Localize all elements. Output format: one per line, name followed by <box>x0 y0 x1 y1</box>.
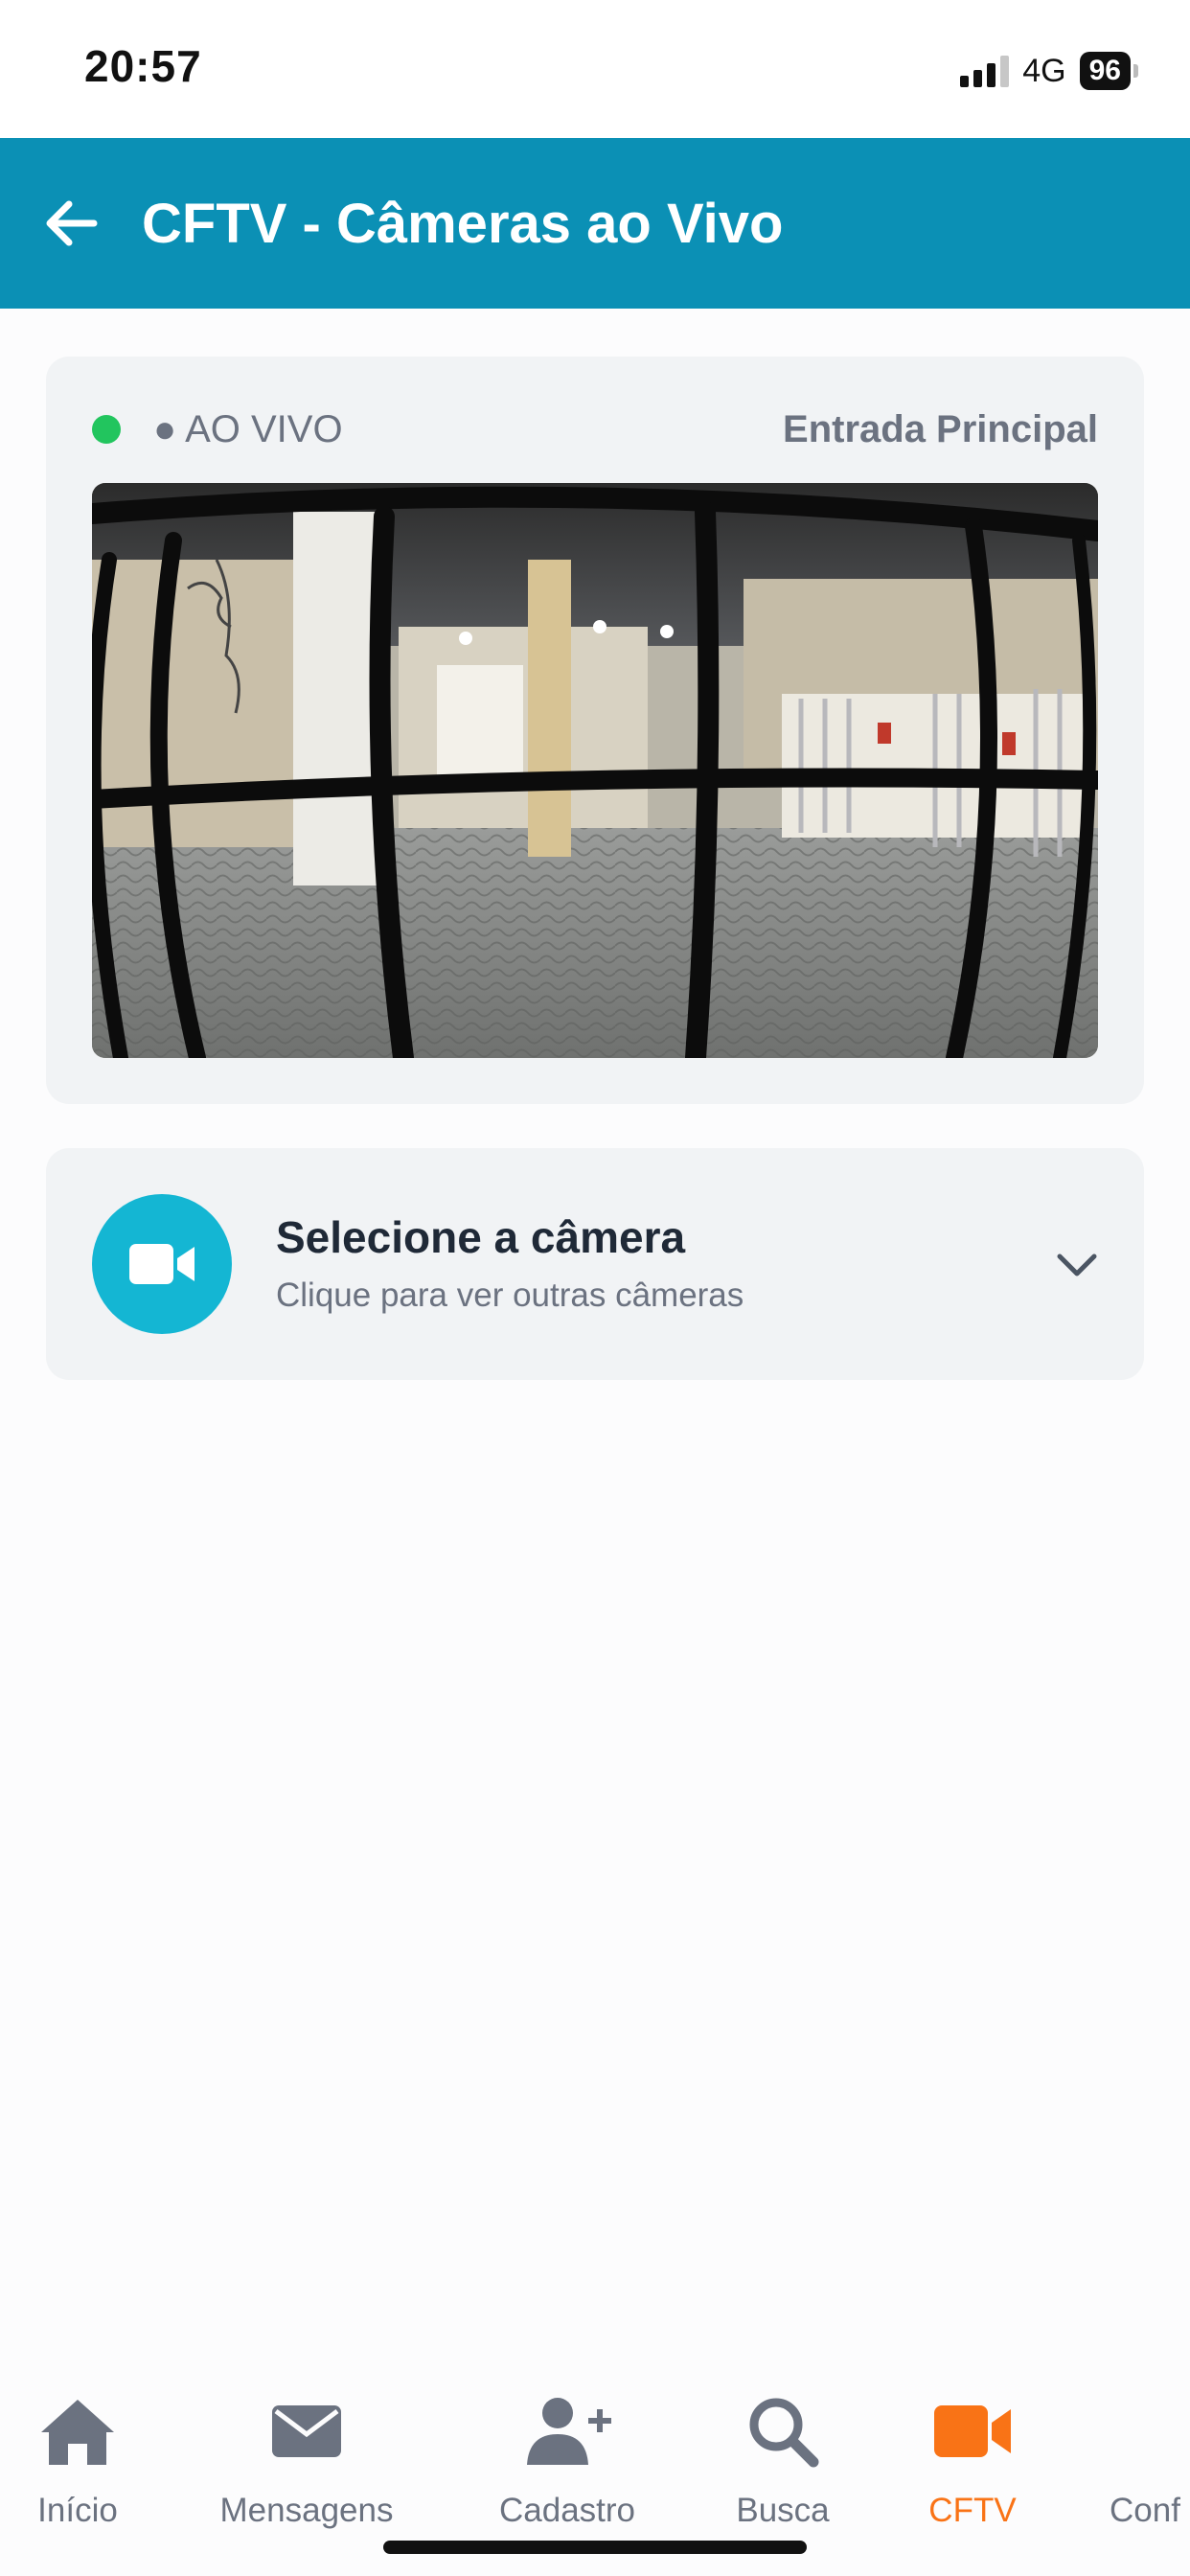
video-camera-icon <box>92 1194 232 1334</box>
camera-name: Entrada Principal <box>783 407 1098 450</box>
app-header: CFTV - Câmeras ao Vivo <box>0 138 1190 309</box>
nav-item-busca[interactable]: Busca <box>730 2392 835 2530</box>
nav-label-conf: Conf <box>1110 2492 1180 2529</box>
nav-item-inicio[interactable]: Início <box>33 2392 123 2530</box>
live-label: ● AO VIVO <box>153 407 343 450</box>
home-indicator <box>383 2541 807 2554</box>
battery-icon: 96 <box>1079 52 1138 90</box>
nav-label-busca: Busca <box>736 2492 830 2529</box>
search-icon <box>746 2392 819 2471</box>
page-title: CFTV - Câmeras ao Vivo <box>142 192 784 255</box>
nav-item-conf[interactable]: Conf <box>1110 2392 1190 2530</box>
nav-item-mensagens[interactable]: Mensagens <box>211 2392 402 2530</box>
arrow-left-icon <box>46 200 98 246</box>
camera-video-feed[interactable] <box>92 483 1098 1058</box>
network-type: 4G <box>1022 52 1066 89</box>
status-indicators: 4G 96 <box>960 50 1138 92</box>
user-plus-icon <box>523 2392 611 2471</box>
status-time: 20:57 <box>84 41 202 91</box>
nav-label-mensagens: Mensagens <box>219 2492 394 2529</box>
live-row: ● AO VIVO Entrada Principal <box>92 402 1098 456</box>
nav-item-cftv[interactable]: CFTV <box>920 2392 1025 2530</box>
selector-subtitle: Clique para ver outras câmeras <box>276 1276 744 1314</box>
envelope-icon <box>270 2392 343 2471</box>
back-button[interactable] <box>36 189 105 258</box>
selector-title: Selecione a câmera <box>276 1212 686 1262</box>
nav-label-inicio: Início <box>37 2492 118 2529</box>
camera-card: ● AO VIVO Entrada Principal <box>46 356 1144 1104</box>
status-bar: 20:57 4G 96 <box>0 0 1190 138</box>
camera-feed-image <box>92 483 1098 1058</box>
nav-label-cadastro: Cadastro <box>498 2492 636 2529</box>
camera-selector[interactable]: Selecione a câmera Clique para ver outra… <box>46 1148 1144 1380</box>
chevron-down-icon <box>1052 1240 1102 1290</box>
nav-label-cftv: CFTV <box>928 2492 1017 2529</box>
video-camera-icon <box>932 2392 1013 2471</box>
home-icon <box>37 2392 118 2471</box>
battery-level: 96 <box>1079 52 1131 90</box>
signal-icon <box>960 55 1010 87</box>
nav-item-cadastro[interactable]: Cadastro <box>491 2392 644 2530</box>
live-status-dot <box>92 415 121 444</box>
